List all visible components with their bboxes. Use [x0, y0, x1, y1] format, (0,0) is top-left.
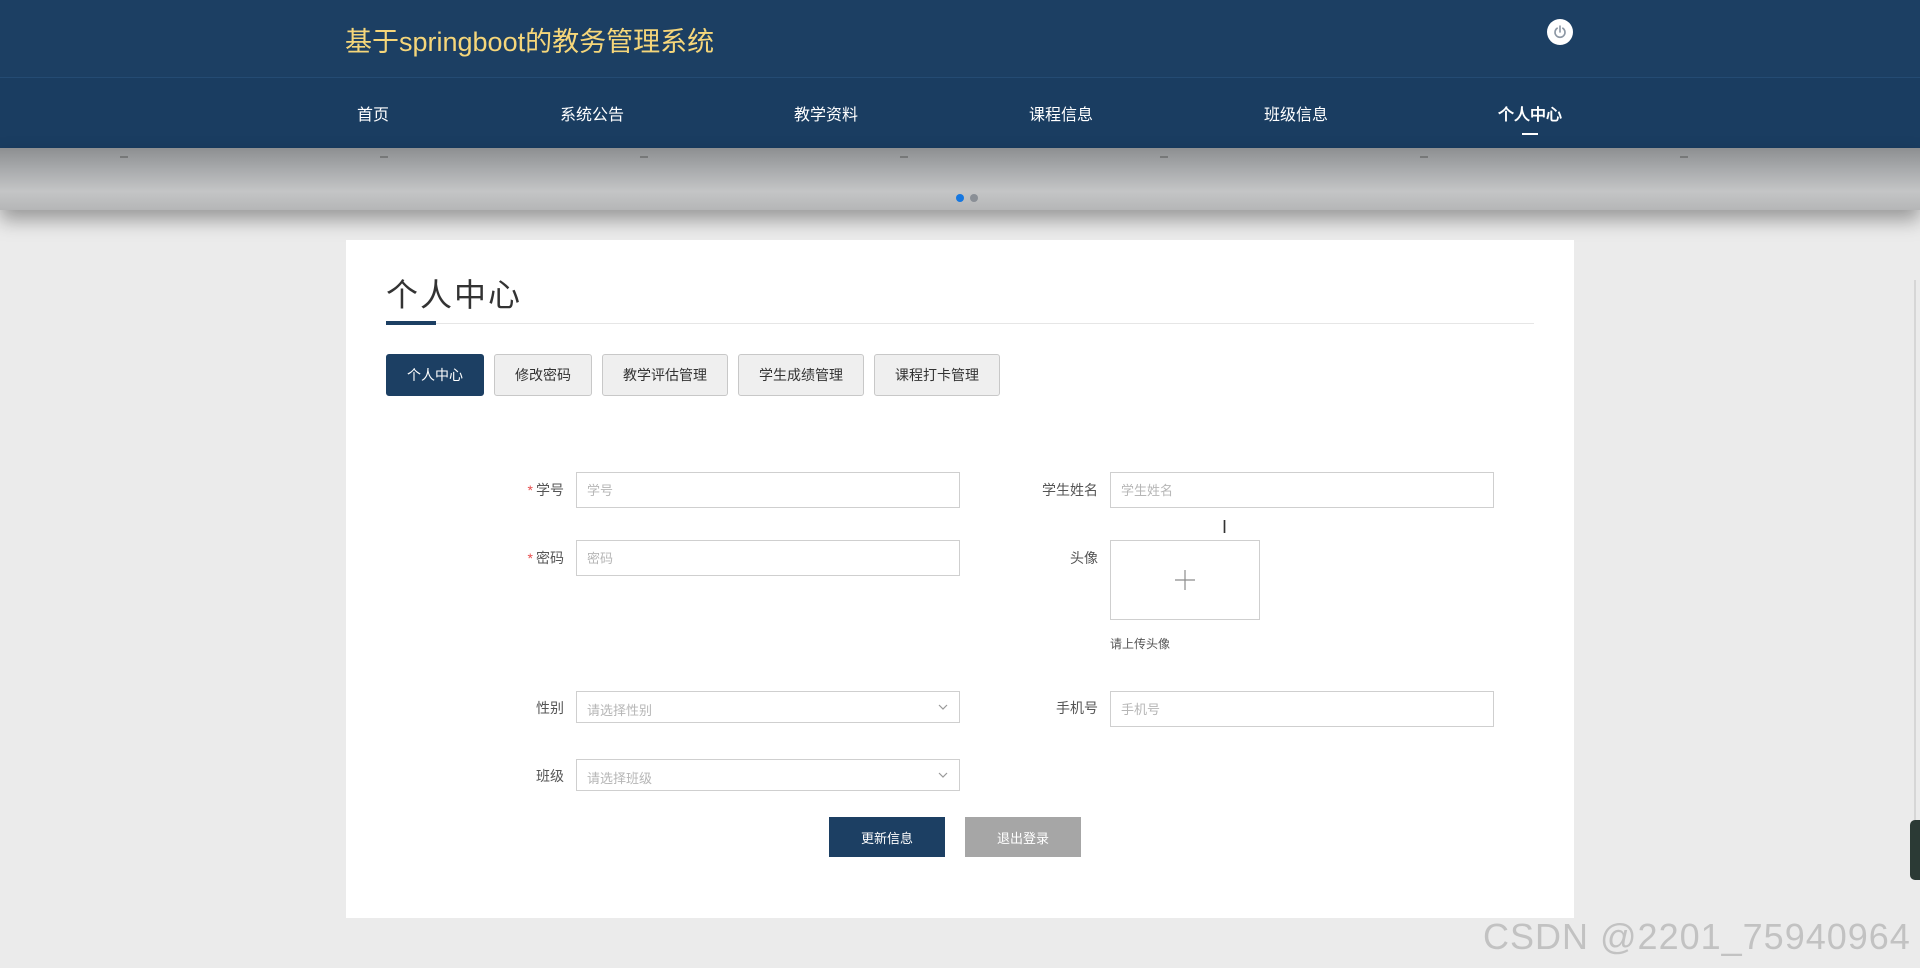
title-accent-bar — [386, 321, 436, 325]
student-name-label: 学生姓名 — [1042, 482, 1098, 498]
password-label: * 密码 — [527, 550, 564, 566]
phone-label: 手机号 — [1056, 700, 1098, 716]
gender-select[interactable]: 请选择性别 — [576, 691, 960, 723]
watermark: CSDN @2201_75940964 — [1483, 916, 1911, 957]
tab-change-password[interactable]: 修改密码 — [494, 354, 592, 396]
carousel-dots — [956, 194, 978, 202]
nav-item-home[interactable]: 首页 — [357, 101, 389, 125]
main-nav: 首页 系统公告 教学资料 课程信息 班级信息 个人中心 — [0, 77, 1920, 148]
update-info-button[interactable]: 更新信息 — [829, 817, 945, 857]
student-name-input[interactable] — [1110, 472, 1494, 508]
title-divider — [386, 323, 1534, 324]
tab-course-checkin[interactable]: 课程打卡管理 — [874, 354, 1000, 396]
nav-item-teaching-materials[interactable]: 教学资料 — [794, 101, 858, 125]
class-select-placeholder: 请选择班级 — [587, 771, 653, 786]
student-no-input[interactable] — [576, 472, 960, 508]
carousel-dot-1[interactable] — [956, 194, 964, 202]
gender-label: 性别 — [536, 700, 564, 716]
nav-item-class-info[interactable]: 班级信息 — [1264, 101, 1328, 125]
password-input[interactable] — [576, 540, 960, 576]
class-label: 班级 — [536, 768, 564, 784]
scrollbar-track[interactable] — [1914, 280, 1916, 880]
page-title: 个人中心 — [386, 277, 523, 313]
nav-item-announcements[interactable]: 系统公告 — [560, 101, 624, 125]
personal-center-card: 个人中心 个人中心 修改密码 教学评估管理 学生成绩管理 课程打卡管理 * 学号 … — [346, 240, 1574, 918]
chevron-down-icon — [938, 772, 948, 778]
chevron-down-icon — [938, 704, 948, 710]
text-cursor-icon: I — [1222, 517, 1228, 537]
avatar-upload-tip: 请上传头像 — [1110, 637, 1171, 651]
nav-item-personal-center[interactable]: 个人中心 — [1498, 101, 1562, 125]
tab-teaching-evaluation[interactable]: 教学评估管理 — [602, 354, 728, 396]
site-title: 基于springboot的教务管理系统 — [345, 27, 715, 57]
logout-power-button[interactable] — [1547, 19, 1573, 45]
plus-icon — [1175, 570, 1195, 590]
banner-carousel — [0, 148, 1920, 210]
gender-select-placeholder: 请选择性别 — [587, 703, 653, 718]
nav-item-course-info[interactable]: 课程信息 — [1029, 101, 1093, 125]
phone-input[interactable] — [1110, 691, 1494, 727]
center-tabs: 个人中心 修改密码 教学评估管理 学生成绩管理 课程打卡管理 — [386, 354, 1000, 396]
tab-student-grades[interactable]: 学生成绩管理 — [738, 354, 864, 396]
logout-button[interactable]: 退出登录 — [965, 817, 1081, 857]
power-icon — [1554, 25, 1566, 39]
tab-personal-center[interactable]: 个人中心 — [386, 354, 484, 396]
carousel-dot-2[interactable] — [970, 194, 978, 202]
avatar-upload[interactable] — [1110, 540, 1260, 620]
class-select[interactable]: 请选择班级 — [576, 759, 960, 791]
student-no-label: * 学号 — [527, 482, 564, 498]
scrollbar-handle[interactable] — [1910, 820, 1920, 880]
avatar-label: 头像 — [1070, 550, 1098, 566]
site-header: 基于springboot的教务管理系统 — [0, 0, 1920, 77]
